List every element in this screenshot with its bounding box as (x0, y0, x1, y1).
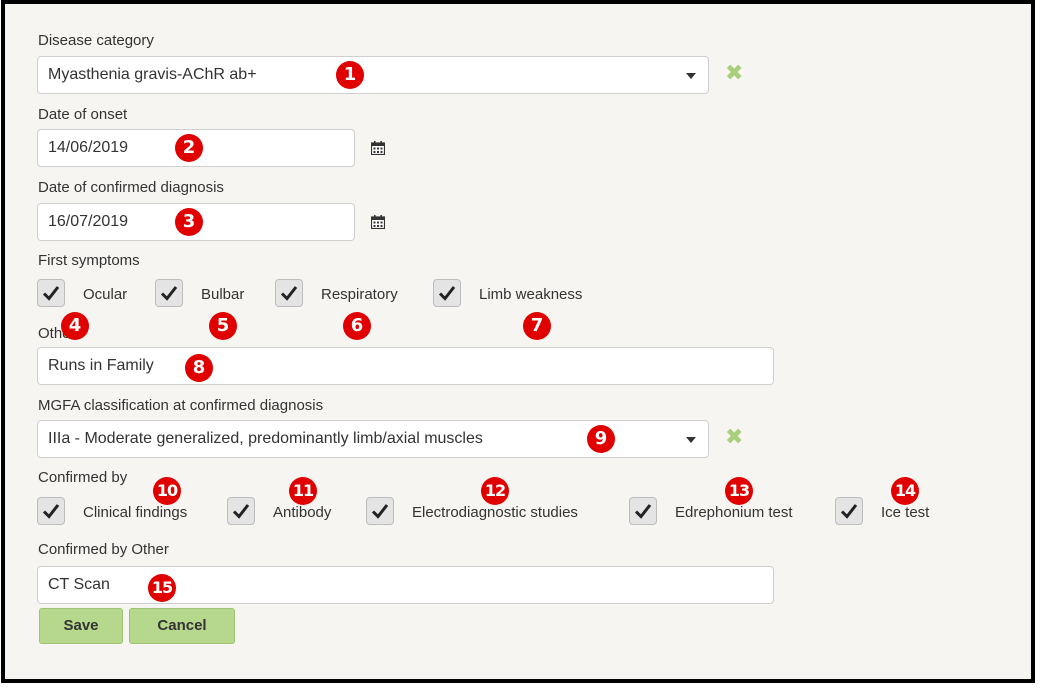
annotation-badge: 15 (148, 574, 176, 602)
calendar-icon[interactable] (371, 141, 385, 155)
checkbox-label: Limb weakness (479, 286, 583, 303)
clear-x-icon[interactable]: ✖ (725, 62, 743, 84)
annotation-badge: 3 (175, 208, 203, 236)
save-button[interactable]: Save (39, 608, 123, 644)
checkbox-ice-test[interactable] (835, 497, 863, 525)
annotation-badge: 7 (523, 312, 551, 340)
mgfa-label: MGFA classification at confirmed diagnos… (38, 397, 324, 414)
confirmed-by-label: Confirmed by (38, 469, 128, 486)
annotation-badge: 10 (153, 477, 181, 505)
checkbox-antibody[interactable] (227, 497, 255, 525)
checkbox-label: Antibody (273, 504, 332, 521)
checkbox-respiratory[interactable] (275, 279, 303, 307)
calendar-icon[interactable] (371, 215, 385, 229)
form-panel: Disease category Myasthenia gravis-AChR … (1, 0, 1035, 683)
chevron-down-icon (686, 437, 696, 443)
check-icon (371, 504, 389, 519)
annotation-badge: 2 (175, 134, 203, 162)
clear-x-icon[interactable]: ✖ (725, 426, 743, 448)
date-onset-value: 14/06/2019 (48, 139, 129, 156)
disease-category-label: Disease category (38, 32, 154, 49)
annotation-badge: 11 (289, 477, 317, 505)
checkbox-label: Ice test (881, 504, 930, 521)
first-symptoms-label: First symptoms (38, 252, 140, 269)
check-icon (280, 286, 298, 301)
annotation-badge: 12 (481, 477, 509, 505)
check-icon (840, 504, 858, 519)
annotation-badge: 14 (891, 477, 919, 505)
checkbox-clinical-findings[interactable] (37, 497, 65, 525)
checkbox-label: Bulbar (201, 286, 245, 303)
check-icon (438, 286, 456, 301)
annotation-badge: 4 (61, 312, 89, 340)
other-value: Runs in Family (48, 357, 154, 374)
checkbox-label: Electrodiagnostic studies (412, 504, 578, 521)
confirmed-by-other-value: CT Scan (48, 576, 110, 593)
check-icon (42, 286, 60, 301)
annotation-badge: 1 (336, 61, 364, 89)
cancel-button[interactable]: Cancel (129, 608, 235, 644)
checkbox-label: Clinical findings (83, 504, 188, 521)
chevron-down-icon (686, 73, 696, 79)
mgfa-value: IIIa - Moderate generalized, predominant… (48, 430, 483, 447)
date-onset-label: Date of onset (38, 106, 128, 123)
annotation-badge: 6 (343, 312, 371, 340)
check-icon (160, 286, 178, 301)
checkbox-label: Edrephonium test (675, 504, 793, 521)
checkbox-label: Ocular (83, 286, 128, 303)
annotation-badge: 9 (587, 425, 615, 453)
disease-category-select[interactable]: Myasthenia gravis-AChR ab+ (37, 56, 709, 94)
check-icon (42, 504, 60, 519)
annotation-badge: 13 (725, 477, 753, 505)
checkbox-electrodiagnostic[interactable] (366, 497, 394, 525)
annotation-badge: 8 (185, 354, 213, 382)
checkbox-label: Respiratory (321, 286, 398, 303)
check-icon (232, 504, 250, 519)
date-confirmed-value: 16/07/2019 (48, 213, 129, 230)
checkbox-ocular[interactable] (37, 279, 65, 307)
checkbox-edrephonium[interactable] (629, 497, 657, 525)
checkbox-bulbar[interactable] (155, 279, 183, 307)
date-confirmed-label: Date of confirmed diagnosis (38, 179, 224, 196)
other-input[interactable]: Runs in Family (37, 347, 774, 385)
disease-category-value: Myasthenia gravis-AChR ab+ (48, 66, 257, 83)
annotation-badge: 5 (209, 312, 237, 340)
confirmed-by-other-label: Confirmed by Other (38, 541, 169, 558)
check-icon (634, 504, 652, 519)
checkbox-limb-weakness[interactable] (433, 279, 461, 307)
